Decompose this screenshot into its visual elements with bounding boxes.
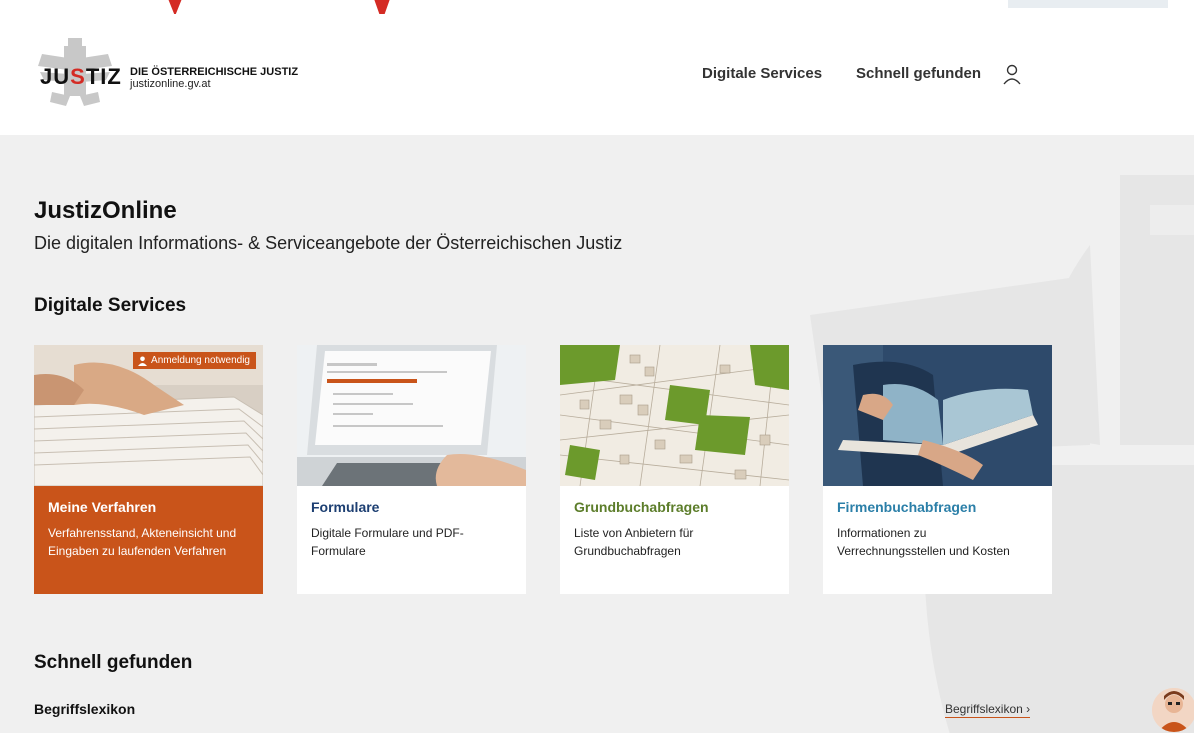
begriffslexikon-label: Begriffslexikon: [34, 701, 136, 717]
brand-subtitle: justizonline.gv.at: [130, 78, 211, 90]
paper-stack-image: Anmeldung notwendig: [34, 345, 263, 486]
card-grundbuchabfragen[interactable]: Grundbuchabfragen Liste von Anbietern fü…: [560, 345, 789, 594]
logo-wordmark-suffix: TIZ: [85, 64, 122, 89]
banner-text-fragment-2: [374, 0, 390, 14]
badge-label: Anmeldung notwendig: [151, 355, 250, 366]
card-formulare[interactable]: Formulare Digitale Formulare und PDF-For…: [297, 345, 526, 594]
user-icon[interactable]: [1001, 62, 1023, 88]
quick-find-heading: Schnell gefunden: [34, 652, 193, 673]
open-book-image: [823, 345, 1052, 486]
services-heading: Digitale Services: [34, 295, 187, 316]
page-title: JustizOnline: [34, 197, 177, 224]
logo-wordmark-prefix: JU: [40, 64, 71, 89]
site-header: JUSTIZ DIE ÖSTERREICHISCHE JUSTIZ justiz…: [0, 14, 1194, 135]
card-description: Informationen zu Verrechnungsstellen und…: [837, 526, 1010, 558]
card-description: Digitale Formulare und PDF-Formulare: [311, 526, 464, 558]
page-subtitle: Die digitalen Informations- & Serviceang…: [34, 233, 623, 253]
person-icon: [138, 356, 148, 366]
logo-wordmark-s: S: [70, 64, 86, 89]
card-meine-verfahren[interactable]: Anmeldung notwendig Meine Verfahren Verf…: [34, 345, 263, 594]
card-title: Grundbuchabfragen: [574, 499, 709, 515]
top-banner: [0, 0, 1194, 14]
brand-title: DIE ÖSTERREICHISCHE JUSTIZ: [130, 66, 299, 78]
login-required-badge: Anmeldung notwendig: [133, 352, 256, 369]
cadastral-map-image: [560, 345, 789, 486]
begriffslexikon-link[interactable]: Begriffslexikon ›: [945, 702, 1031, 718]
card-description: Liste von Anbietern für Grundbuchabfrage…: [574, 526, 694, 558]
card-firmenbuchabfragen[interactable]: Firmenbuchabfragen Informationen zu Verr…: [823, 345, 1052, 594]
banner-box: [1008, 0, 1168, 8]
main-content: JustizOnline Die digitalen Informations-…: [0, 135, 1194, 733]
laptop-image: [297, 345, 526, 486]
banner-text-fragment: [168, 0, 182, 14]
chatbot-icon: [1152, 688, 1194, 732]
card-title: Formulare: [311, 499, 380, 515]
chatbot-avatar[interactable]: [1152, 688, 1194, 732]
card-title: Meine Verfahren: [48, 499, 157, 515]
card-title: Firmenbuchabfragen: [837, 499, 977, 515]
card-description: Verfahrensstand, Akteneinsicht und Einga…: [48, 526, 237, 558]
nav-digitale-services[interactable]: Digitale Services: [702, 65, 822, 82]
nav-schnell-gefunden[interactable]: Schnell gefunden: [856, 65, 981, 82]
logo-wordmark: JUSTIZ: [40, 64, 122, 90]
